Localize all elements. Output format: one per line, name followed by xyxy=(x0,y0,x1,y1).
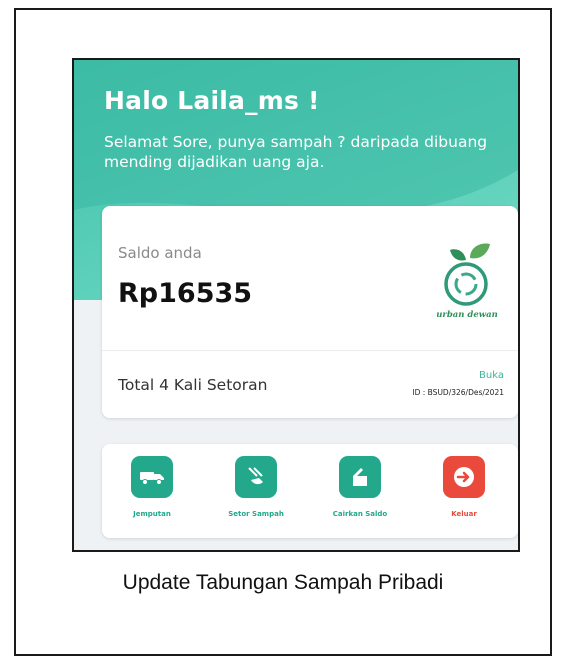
svg-text:urban dewan: urban dewan xyxy=(436,310,498,320)
total-deposits: Total 4 Kali Setoran xyxy=(118,376,268,394)
menu-label-jemputan: Jemputan xyxy=(133,510,171,518)
balance-card: Saldo anda Rp16535 urban dewan Total 4 K… xyxy=(102,206,518,418)
menu-item-setor-sampah[interactable]: Setor Sampah xyxy=(206,456,306,518)
greeting-title: Halo Laila_ms ! xyxy=(104,86,320,115)
menu-label-cairkan-saldo: Cairkan Saldo xyxy=(332,510,388,518)
action-menu: Jemputan Setor Sampah Cairkan Saldo Kelu… xyxy=(102,444,518,538)
figure-caption: Update Tabungan Sampah Pribadi xyxy=(122,571,444,594)
balance-label: Saldo anda xyxy=(118,244,202,262)
menu-item-jemputan[interactable]: Jemputan xyxy=(102,456,202,518)
open-link[interactable]: Buka xyxy=(479,370,504,381)
menu-label-setor-sampah: Setor Sampah xyxy=(228,510,284,518)
deposit-icon xyxy=(235,456,277,498)
logout-icon xyxy=(443,456,485,498)
card-divider xyxy=(102,350,518,351)
menu-item-keluar[interactable]: Keluar xyxy=(414,456,514,518)
menu-label-keluar: Keluar xyxy=(451,510,477,518)
withdraw-icon xyxy=(339,456,381,498)
balance-amount: Rp16535 xyxy=(118,278,253,309)
menu-item-cairkan-saldo[interactable]: Cairkan Saldo xyxy=(310,456,410,518)
app-screen: Halo Laila_ms ! Selamat Sore, punya samp… xyxy=(72,58,520,552)
figure-frame: Halo Laila_ms ! Selamat Sore, punya samp… xyxy=(14,8,552,656)
truck-icon xyxy=(131,456,173,498)
account-id: ID : BSUD/326/Des/2021 xyxy=(412,388,504,397)
urban-dewan-logo: urban dewan xyxy=(436,243,498,320)
greeting-subtitle: Selamat Sore, punya sampah ? daripada di… xyxy=(104,133,488,171)
